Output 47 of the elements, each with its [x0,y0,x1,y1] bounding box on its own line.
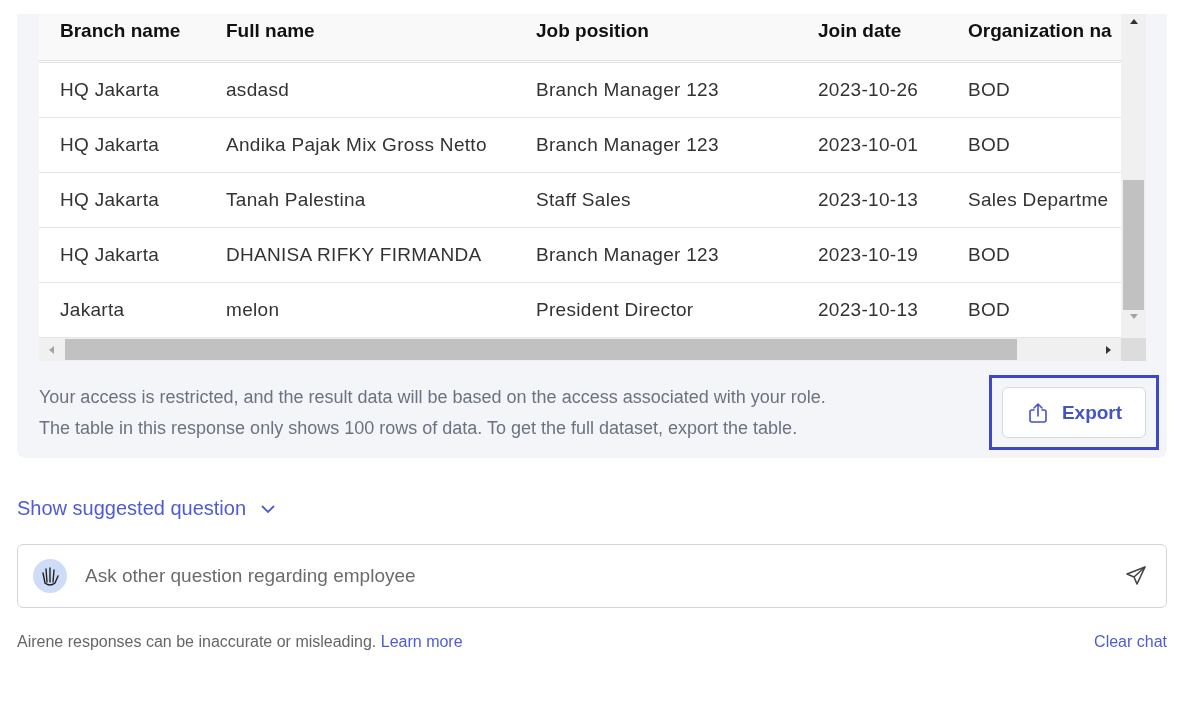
scroll-left-icon[interactable] [47,344,57,355]
disclaimer-text: Airene responses can be inaccurate or misleading. Learn more [17,633,463,651]
table-cell-text: 2023-10-13 [817,189,920,211]
table-cell-text: BOD [967,244,1012,266]
table-cell-text: President Director [535,299,695,321]
table-cell-text: HQ Jakarta [59,134,161,156]
table-cell-text: melon [225,299,281,321]
suggested-question-toggle[interactable]: Show suggested question [17,497,277,520]
table-cell-text: HQ Jakarta [59,79,161,101]
table-cell-text: HQ Jakarta [59,189,161,211]
send-icon[interactable] [1124,564,1148,588]
chevron-down-icon [260,503,277,514]
table-cell-text: Staff Sales [535,189,632,211]
table-cell-text: Tanah Palestina [225,189,367,211]
table-cell-text: BOD [967,134,1012,156]
table-cell-text: DHANISA RIFKY FIRMANDA [225,244,483,266]
table-cell-text: Sales Departme [967,189,1110,211]
notice-text: Your access is restricted, and the result data will be based on the access associated with your role. [39,385,826,409]
column-header: Full name [225,19,316,43]
vertical-scrollbar[interactable] [1121,14,1146,361]
clear-chat-link[interactable]: Clear chat [1094,633,1167,651]
notice-text: The table in this response only shows 100 rows of data. To get the full dataset, export the table. [39,416,799,440]
hand-avatar-icon [33,559,67,593]
learn-more-link[interactable]: Learn more [380,633,463,650]
column-header: Join date [817,19,903,43]
scrollbar-corner [1121,338,1146,361]
scroll-right-icon[interactable] [1103,344,1113,355]
table-cell-text: Branch Manager 123 [535,79,720,101]
table-cell-text: HQ Jakarta [59,244,161,266]
table-cell-text: 2023-10-13 [817,299,920,321]
column-header: Branch name [59,19,182,43]
table-cell-text: BOD [967,79,1012,101]
horizontal-scrollbar[interactable] [39,338,1121,361]
table-cell-text: asdasd [225,79,291,101]
table-cell-text: Andika Pajak Mix Gross Netto [225,134,488,156]
table-cell-text: Branch Manager 123 [535,134,720,156]
table-cell-text: BOD [967,299,1012,321]
question-input[interactable]: Ask other question regarding employee [83,564,1108,588]
table-cell-text: Branch Manager 123 [535,244,720,266]
column-header: Job position [535,19,650,43]
table-cell-text: 2023-10-19 [817,244,920,266]
export-button[interactable]: Export [1002,387,1146,438]
table-cell-text: 2023-10-26 [817,79,920,101]
question-box[interactable]: Ask other question regarding employee [17,544,1167,608]
column-header: Organization na [967,19,1113,43]
table-cell-text: Jakarta [59,299,126,321]
table-cell-text: 2023-10-01 [817,134,920,156]
